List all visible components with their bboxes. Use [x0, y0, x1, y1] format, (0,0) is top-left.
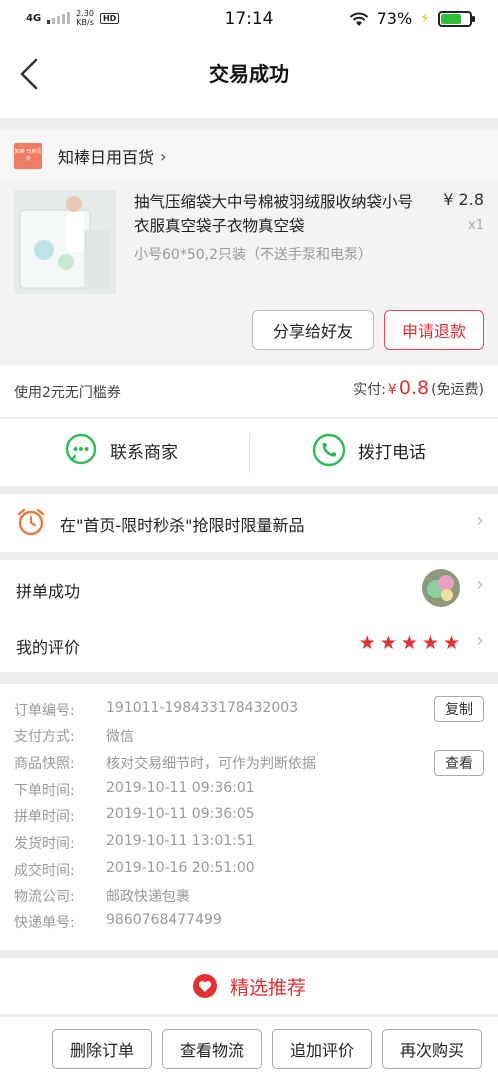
page-title: 交易成功	[209, 62, 289, 86]
payment-summary: 使用2元无门槛券 实付: ¥ 0.8 (免运费)	[0, 365, 498, 417]
detail-value: 微信	[106, 729, 134, 745]
flash-sale-text: 在"首页-限时秒杀"抢限时限量新品	[60, 516, 305, 535]
detail-row: 商品快照: 核对交易细节时，可作为判断依据	[14, 753, 316, 773]
detail-key: 发货时间:	[14, 836, 75, 852]
contact-merchant-label: 联系商家	[110, 442, 178, 463]
detail-value: 2019-10-11 13:01:51	[106, 833, 255, 849]
detail-row: 成交时间: 2019-10-16 20:51:00	[14, 860, 255, 880]
bottom-action-bar: 删除订单 查看物流 追加评价 再次购买	[0, 1016, 498, 1080]
currency-symbol: ¥	[387, 382, 397, 398]
paid-label: 实付:	[353, 382, 386, 398]
group-buy-row[interactable]: 拼单成功 ›	[0, 560, 498, 616]
order-details: 订单编号: 191011-198433178432003 复制 支付方式: 微信…	[0, 684, 498, 950]
chat-icon	[65, 433, 97, 465]
view-snapshot-button[interactable]: 查看	[434, 750, 484, 776]
star-icon: ★	[421, 632, 439, 654]
detail-key: 下单时间:	[14, 783, 75, 799]
detail-key: 快递单号:	[14, 915, 75, 931]
chevron-right-icon: ›	[476, 508, 484, 532]
contact-row: 联系商家 拨打电话	[0, 418, 498, 486]
copy-button[interactable]: 复制	[434, 696, 484, 722]
avatar	[422, 569, 460, 607]
detail-key: 支付方式:	[14, 729, 75, 745]
paid-amount: 实付: ¥ 0.8 (免运费)	[353, 377, 484, 399]
status-right: 73% ⚡	[349, 9, 475, 28]
detail-row: 拼单时间: 2019-10-11 09:36:05	[14, 806, 255, 826]
store-link[interactable]: 知棒 日用百货 知棒日用百货 ›	[0, 130, 498, 182]
detail-row: 快递单号: 9860768477499	[14, 912, 222, 932]
detail-key: 拼单时间:	[14, 809, 75, 825]
detail-row: 发货时间: 2019-10-11 13:01:51	[14, 833, 255, 853]
detail-key: 物流公司:	[14, 889, 75, 905]
add-review-button[interactable]: 追加评价	[272, 1029, 372, 1069]
my-review-label: 我的评价	[16, 638, 81, 657]
detail-row: 支付方式: 微信	[14, 726, 134, 746]
star-icon: ★	[442, 632, 460, 654]
call-phone-label: 拨打电话	[358, 442, 426, 463]
delete-order-button[interactable]: 删除订单	[52, 1029, 152, 1069]
alarm-clock-icon	[17, 508, 45, 536]
detail-value: 191011-198433178432003	[106, 700, 299, 716]
my-review-row[interactable]: 我的评价 ★ ★ ★ ★ ★ ›	[0, 616, 498, 672]
rating-stars: ★ ★ ★ ★ ★	[359, 633, 460, 653]
order-card: 知棒 日用百货 知棒日用百货 › 抽气压缩袋大中号棉被羽绒服收纳袋小号衣服真空袋…	[0, 130, 498, 365]
detail-value: 2019-10-16 20:51:00	[106, 860, 255, 876]
product-image	[14, 190, 116, 294]
recommend-label: 精选推荐	[229, 976, 306, 999]
detail-value: 邮政快递包裹	[106, 889, 190, 905]
chevron-right-icon: ›	[476, 628, 484, 652]
wifi-icon	[349, 12, 368, 26]
status-bar: 4G 2.30 KB/s HD 17:14 73% ⚡	[0, 0, 498, 38]
charging-icon: ⚡	[420, 10, 430, 27]
paid-value: 0.8	[398, 377, 430, 399]
detail-key: 成交时间:	[14, 863, 75, 879]
flash-sale-banner[interactable]: 在"首页-限时秒杀"抢限时限量新品 ›	[0, 494, 498, 552]
detail-row: 物流公司: 邮政快递包裹	[14, 886, 190, 906]
view-logistics-button[interactable]: 查看物流	[162, 1029, 262, 1069]
detail-key: 订单编号:	[14, 703, 75, 719]
coupon-info: 使用2元无门槛券	[14, 385, 121, 401]
detail-value: 2019-10-11 09:36:05	[106, 806, 255, 822]
store-logo: 知棒 日用百货	[14, 143, 42, 169]
refund-button[interactable]: 申请退款	[384, 310, 484, 350]
heart-icon	[192, 974, 217, 998]
store-name: 知棒日用百货	[58, 148, 155, 167]
detail-row: 订单编号: 191011-198433178432003	[14, 700, 298, 720]
product-price: ¥ 2.8	[443, 190, 484, 209]
star-icon: ★	[400, 632, 418, 654]
detail-key: 商品快照:	[14, 756, 75, 772]
contact-merchant-button[interactable]: 联系商家	[64, 433, 178, 467]
detail-value: 核对交易细节时，可作为判断依据	[106, 756, 316, 772]
chevron-right-icon: ›	[160, 146, 167, 166]
chevron-right-icon: ›	[476, 572, 484, 596]
share-button[interactable]: 分享给好友	[252, 310, 374, 350]
detail-value: 9860768477499	[106, 912, 222, 928]
shipping-note: (免运费)	[431, 382, 484, 398]
detail-value: 2019-10-11 09:36:01	[106, 780, 255, 796]
product-item[interactable]: 抽气压缩袋大中号棉被羽绒服收纳袋小号衣服真空袋子衣物真空袋 小号60*50,2只…	[0, 182, 498, 362]
recommend-header: 精选推荐	[0, 958, 498, 1014]
battery-percent: 73%	[376, 9, 413, 28]
divider	[249, 433, 250, 473]
call-phone-button[interactable]: 拨打电话	[312, 433, 426, 467]
phone-icon	[312, 433, 346, 467]
star-icon: ★	[379, 632, 397, 654]
star-icon: ★	[358, 632, 376, 654]
product-title: 抽气压缩袋大中号棉被羽绒服收纳袋小号衣服真空袋子衣物真空袋	[134, 193, 414, 235]
nav-header: 交易成功	[0, 38, 498, 118]
product-quantity: x1	[468, 218, 484, 233]
group-buy-label: 拼单成功	[16, 582, 81, 601]
buy-again-button[interactable]: 再次购买	[382, 1029, 482, 1069]
product-spec: 小号60*50,2只装（不送手泵和电泵）	[134, 247, 372, 263]
detail-row: 下单时间: 2019-10-11 09:36:01	[14, 780, 255, 800]
battery-icon	[438, 10, 475, 27]
